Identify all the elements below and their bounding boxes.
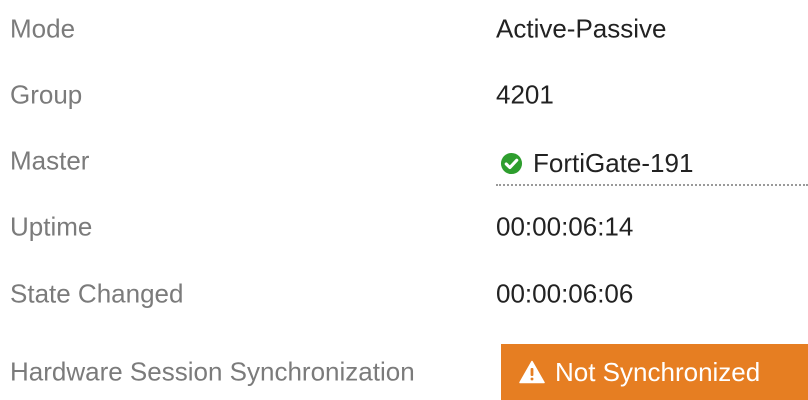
sync-status-text: Not Synchronized (555, 356, 761, 387)
hw-session-sync-label: Hardware Session Synchronization (10, 356, 415, 387)
mode-value: Active-Passive (496, 13, 667, 44)
state-changed-row: State Changed 00:00:06:06 (0, 271, 808, 317)
group-label: Group (10, 79, 83, 110)
group-value: 4201 (496, 79, 554, 110)
state-changed-value: 00:00:06:06 (496, 278, 634, 309)
master-value: FortiGate-191 (533, 148, 694, 178)
master-device-link[interactable]: FortiGate-191 (496, 142, 808, 186)
warning-icon (519, 360, 545, 384)
group-row: Group 4201 (0, 72, 808, 118)
uptime-row: Uptime 00:00:06:14 (0, 204, 808, 250)
master-row: Master FortiGate-191 (0, 138, 808, 186)
hw-session-sync-row: Hardware Session Synchronization Not Syn… (0, 344, 808, 400)
uptime-value: 00:00:06:14 (496, 211, 634, 242)
not-synchronized-badge: Not Synchronized (501, 344, 808, 400)
master-label: Master (10, 145, 90, 176)
mode-row: Mode Active-Passive (0, 6, 808, 52)
uptime-label: Uptime (10, 211, 93, 242)
mode-label: Mode (10, 13, 76, 44)
state-changed-label: State Changed (10, 278, 184, 309)
check-circle-icon (500, 152, 523, 175)
